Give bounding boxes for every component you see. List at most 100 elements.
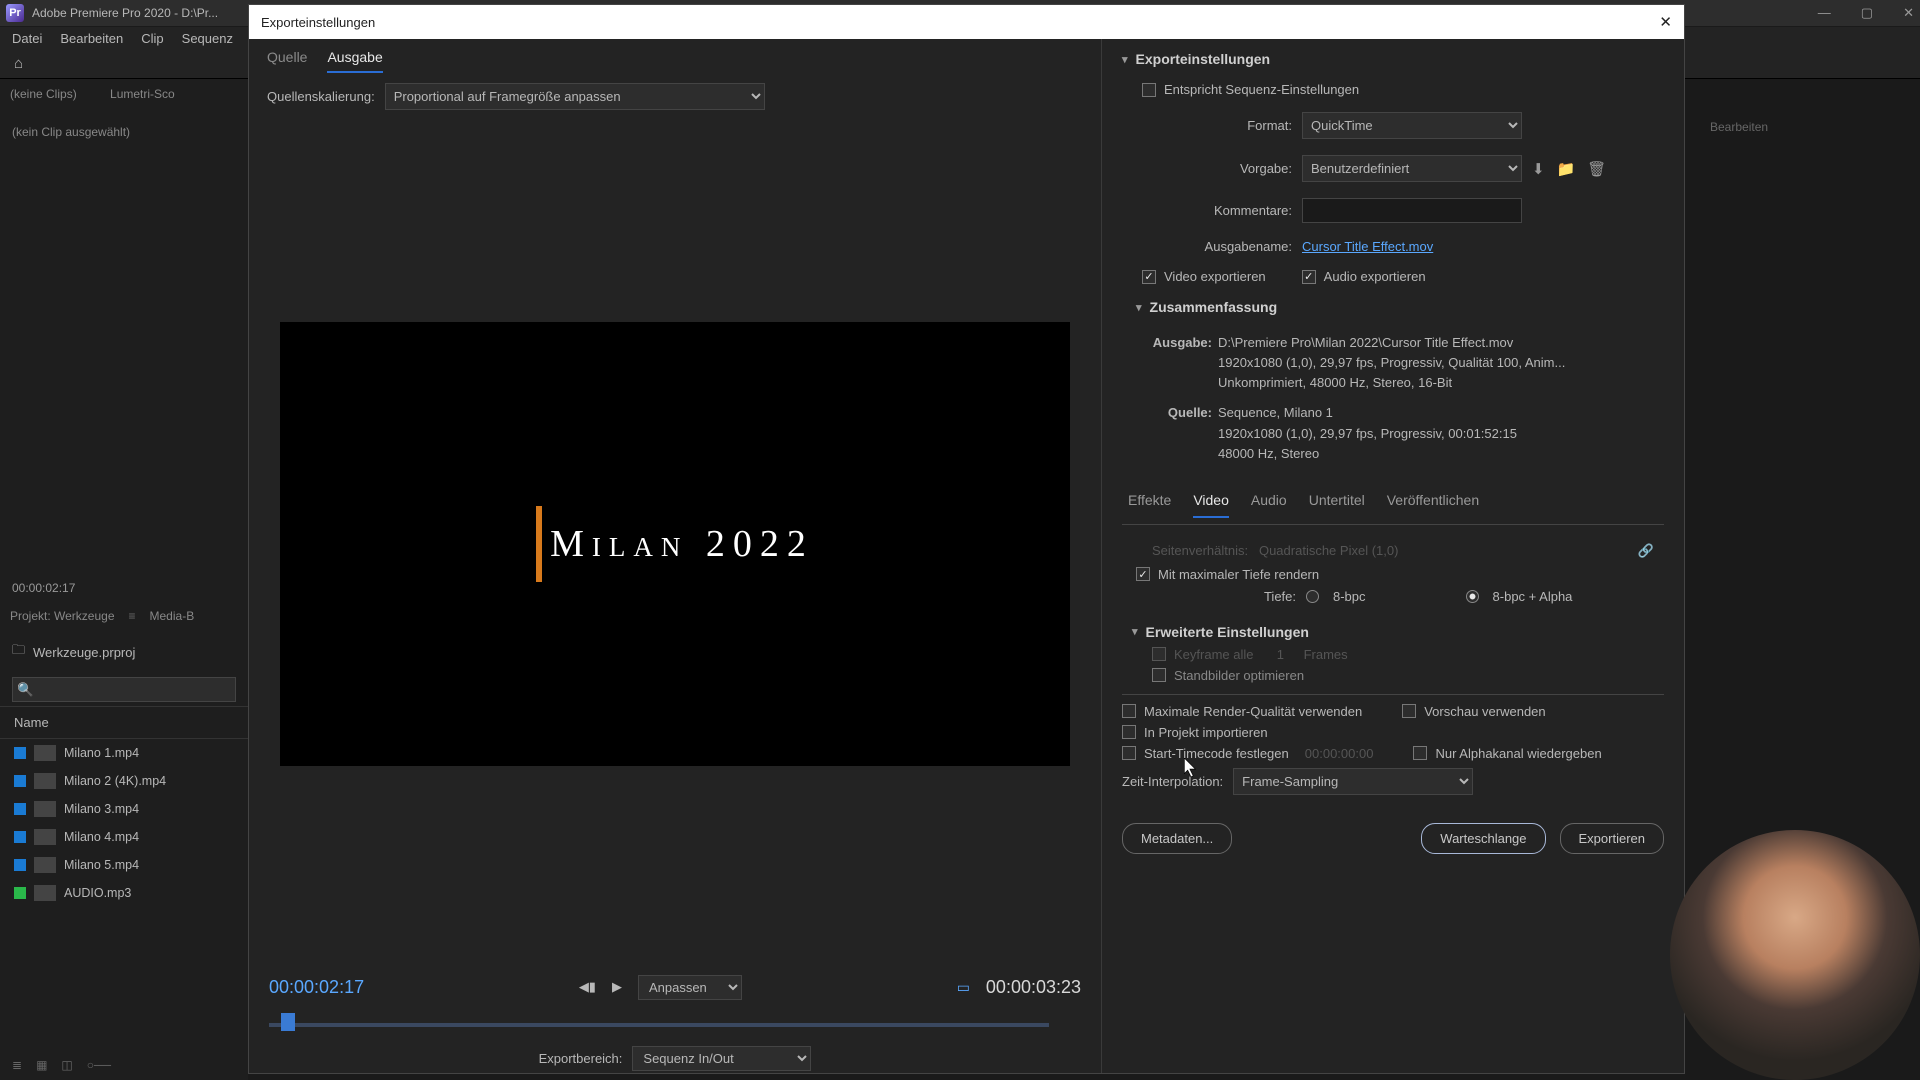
preview-canvas: Milan 2022: [280, 322, 1070, 766]
alpha-only-label: Nur Alphakanal wiedergeben: [1435, 746, 1601, 761]
asset-item[interactable]: Milano 1.mp4: [0, 739, 248, 767]
list-view-icon[interactable]: ≣: [12, 1058, 22, 1072]
dialog-close-icon[interactable]: ✕: [1659, 13, 1672, 31]
asset-item[interactable]: Milano 4.mp4: [0, 823, 248, 851]
lumetri-tab[interactable]: Lumetri-Sco: [110, 87, 175, 101]
section-export-settings[interactable]: Exporteinstellungen: [1122, 47, 1664, 71]
asset-item[interactable]: AUDIO.mp3: [0, 879, 248, 907]
section-summary[interactable]: Zusammenfassung: [1136, 295, 1664, 319]
tab-bearbeiten[interactable]: Bearbeiten: [1710, 120, 1768, 134]
keyframe-value: 1: [1277, 647, 1284, 662]
interpolation-label: Zeit-Interpolation:: [1122, 774, 1223, 789]
scale-select[interactable]: Proportional auf Framegröße anpassen: [385, 83, 765, 110]
column-header-name[interactable]: Name: [0, 706, 248, 739]
maximize-icon[interactable]: ▢: [1861, 5, 1873, 21]
format-select[interactable]: QuickTime: [1302, 112, 1522, 139]
project-search-input[interactable]: [12, 677, 236, 702]
tab-captions[interactable]: Untertitel: [1309, 492, 1365, 518]
export-video-label: Video exportieren: [1164, 269, 1266, 284]
tab-output[interactable]: Ausgabe: [327, 49, 382, 73]
icon-view-icon[interactable]: ▦: [36, 1058, 47, 1072]
keyframe-checkbox[interactable]: [1152, 647, 1166, 661]
import-preset-icon[interactable]: 📁: [1557, 160, 1576, 178]
timecode-right: 00:00:03:23: [986, 977, 1081, 998]
comments-input[interactable]: [1302, 198, 1522, 223]
use-preview-checkbox[interactable]: [1402, 704, 1416, 718]
max-render-label: Maximale Render-Qualität verwenden: [1144, 704, 1362, 719]
asset-label: Milano 1.mp4: [64, 746, 139, 760]
summary-source-label: Quelle:: [1152, 403, 1212, 423]
summary-output-path: D:\Premiere Pro\Milan 2022\Cursor Title …: [1218, 335, 1513, 350]
tab-media-browser[interactable]: Media-B: [150, 609, 195, 623]
match-sequence-label: Entspricht Sequenz-Einstellungen: [1164, 82, 1359, 97]
minimize-icon[interactable]: —: [1818, 5, 1831, 21]
stills-checkbox[interactable]: [1152, 668, 1166, 682]
export-audio-label: Audio exportieren: [1324, 269, 1426, 284]
link-icon[interactable]: 🔗: [1638, 543, 1654, 559]
radio-8bpc-alpha[interactable]: [1466, 590, 1479, 603]
menu-bearbeiten[interactable]: Bearbeiten: [60, 31, 123, 46]
freeform-icon[interactable]: ◫: [61, 1058, 72, 1072]
tab-project[interactable]: Projekt: Werkzeuge: [10, 609, 115, 623]
save-preset-icon[interactable]: ⬇: [1532, 160, 1545, 178]
asset-item[interactable]: Milano 5.mp4: [0, 851, 248, 879]
color-chip: [14, 803, 26, 815]
export-audio-checkbox[interactable]: [1302, 270, 1316, 284]
start-timecode-checkbox[interactable]: [1122, 746, 1136, 760]
playhead[interactable]: [281, 1013, 295, 1031]
format-label: Format:: [1142, 118, 1292, 133]
timeline-slider[interactable]: [269, 1023, 1049, 1027]
color-chip: [14, 831, 26, 843]
aspect-icon[interactable]: ▭: [957, 979, 970, 996]
play-icon[interactable]: ▶: [612, 979, 622, 995]
asset-item[interactable]: Milano 3.mp4: [0, 795, 248, 823]
close-icon[interactable]: ✕: [1903, 5, 1914, 21]
menu-clip[interactable]: Clip: [141, 31, 163, 46]
fit-select[interactable]: Anpassen: [638, 975, 742, 1000]
stills-label: Standbilder optimieren: [1174, 668, 1304, 683]
export-range-label: Exportbereich:: [539, 1051, 623, 1066]
export-settings-dialog: Exporteinstellungen ✕ Quelle Ausgabe Que…: [248, 4, 1685, 1074]
tab-publish[interactable]: Veröffentlichen: [1387, 492, 1479, 518]
radio-8bpc[interactable]: [1306, 590, 1319, 603]
tab-effects[interactable]: Effekte: [1128, 492, 1171, 518]
match-sequence-checkbox[interactable]: [1142, 83, 1156, 97]
scale-label: Quellenskalierung:: [267, 89, 375, 104]
project-name: Werkzeuge.prproj: [33, 645, 135, 660]
max-depth-checkbox[interactable]: [1136, 567, 1150, 581]
cursor-bar-graphic: [536, 506, 542, 582]
timecode-left[interactable]: 00:00:02:17: [269, 977, 364, 998]
summary-output-line3: Unkomprimiert, 48000 Hz, Stereo, 16-Bit: [1218, 373, 1664, 393]
metadata-button[interactable]: Metadaten...: [1122, 823, 1232, 854]
tab-video[interactable]: Video: [1193, 492, 1229, 518]
export-range-select[interactable]: Sequenz In/Out: [632, 1046, 811, 1071]
webcam-overlay: [1670, 830, 1920, 1080]
app-title: Adobe Premiere Pro 2020 - D:\Pr...: [32, 6, 218, 20]
home-icon[interactable]: ⌂: [14, 55, 23, 72]
tab-audio[interactable]: Audio: [1251, 492, 1287, 518]
output-name-link[interactable]: Cursor Title Effect.mov: [1302, 239, 1433, 254]
max-render-checkbox[interactable]: [1122, 704, 1136, 718]
import-project-checkbox[interactable]: [1122, 725, 1136, 739]
asset-thumb: [34, 857, 56, 873]
delete-preset-icon[interactable]: 🗑: [1587, 160, 1606, 178]
interpolation-select[interactable]: Frame-Sampling: [1233, 768, 1473, 795]
radio-8bpc-alpha-label: 8-bpc + Alpha: [1493, 589, 1573, 604]
export-video-checkbox[interactable]: [1142, 270, 1156, 284]
asset-label: Milano 5.mp4: [64, 858, 139, 872]
no-clip-label: (kein Clip ausgewählt): [0, 109, 248, 155]
zoom-slider[interactable]: ○──: [87, 1058, 111, 1072]
asset-item[interactable]: Milano 2 (4K).mp4: [0, 767, 248, 795]
queue-button[interactable]: Warteschlange: [1421, 823, 1545, 854]
export-button[interactable]: Exportieren: [1560, 823, 1664, 854]
summary-source-line1: Sequence, Milano 1: [1218, 405, 1333, 420]
tab-source[interactable]: Quelle: [267, 49, 307, 73]
step-back-icon[interactable]: ◀▮: [579, 979, 596, 995]
preset-select[interactable]: Benutzerdefiniert: [1302, 155, 1522, 182]
alpha-only-checkbox[interactable]: [1413, 746, 1427, 760]
aspect-value: Quadratische Pixel (1,0): [1259, 543, 1398, 558]
asset-thumb: [34, 801, 56, 817]
section-advanced[interactable]: Erweiterte Einstellungen: [1132, 620, 1664, 644]
menu-sequenz[interactable]: Sequenz: [182, 31, 233, 46]
menu-datei[interactable]: Datei: [12, 31, 42, 46]
